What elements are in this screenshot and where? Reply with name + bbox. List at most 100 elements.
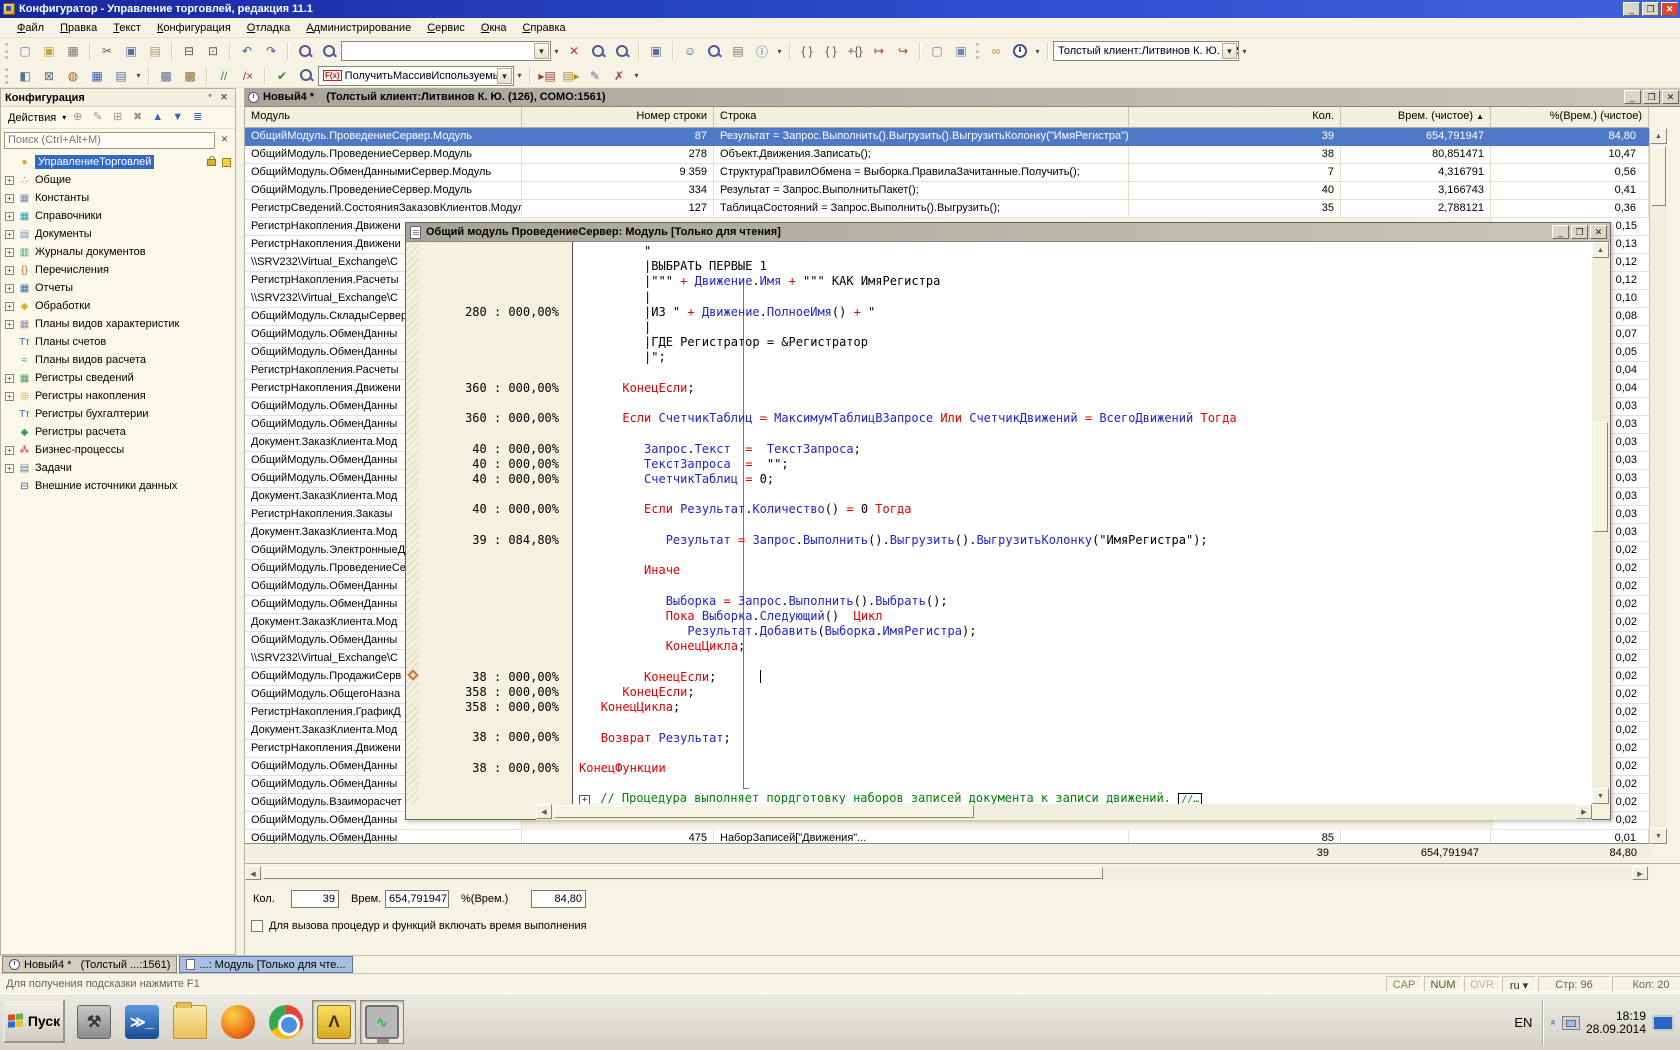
menu-item[interactable]: Правка xyxy=(53,20,104,36)
print-icon[interactable]: ⊟ xyxy=(178,41,200,61)
comment-lines-icon[interactable]: // xyxy=(213,66,235,86)
menu-item[interactable]: Сервис xyxy=(420,20,472,36)
action-move-up-icon[interactable]: ▲ xyxy=(149,110,166,126)
menu-item[interactable]: Файл xyxy=(10,20,51,36)
line-indicator[interactable]: Стр: 96 xyxy=(1538,976,1610,992)
action-sort-icon[interactable]: ≣ xyxy=(189,110,206,126)
minimize-button[interactable]: _ xyxy=(1623,2,1640,16)
edit-document-icon[interactable]: ✎ xyxy=(584,66,606,86)
table-box-icon[interactable]: ▦ xyxy=(86,66,108,86)
print-preview-icon[interactable]: ⊡ xyxy=(202,41,224,61)
close-button[interactable]: ✕ xyxy=(1661,2,1678,16)
code-vscroll-thumb[interactable] xyxy=(1593,422,1608,532)
code-hscroll-thumb[interactable] xyxy=(554,805,974,818)
tree-item[interactable]: ⊟Внешние источники данных xyxy=(1,477,235,495)
action-clone-icon[interactable]: ⊞ xyxy=(109,110,126,126)
info-dropdown[interactable]: ▾ xyxy=(774,41,785,61)
module-check-icon[interactable]: ▤ xyxy=(727,41,749,61)
syntax-check-icon[interactable]: ✔ xyxy=(271,66,293,86)
column-header[interactable]: Номер строки xyxy=(522,107,714,128)
new-document-icon[interactable]: ▢ xyxy=(14,41,36,61)
profiler-close-button[interactable]: ✕ xyxy=(1662,90,1679,104)
action-add-icon[interactable]: ⊕ xyxy=(69,110,86,126)
function-combo[interactable]: F(x)ПолучитьМассивИспользуемы:▼ xyxy=(318,66,514,86)
menu-item[interactable]: Конфигурация xyxy=(150,20,238,36)
duplicate-window-icon[interactable]: ▣ xyxy=(645,41,667,61)
caps-indicator[interactable]: CAP xyxy=(1386,976,1422,992)
expand-icon[interactable]: + xyxy=(5,446,14,455)
delete-marked-icon[interactable]: ✗ xyxy=(608,66,630,86)
add-procedure-icon[interactable]: +{} xyxy=(844,41,866,61)
expand-icon[interactable]: + xyxy=(5,320,14,329)
show-desktop-icon[interactable] xyxy=(1652,1015,1674,1031)
tree-item[interactable]: ◆Регистры расчета xyxy=(1,423,235,441)
info-icon[interactable]: ⓘ xyxy=(751,41,773,61)
expand-icon[interactable]: + xyxy=(5,464,14,473)
tree-item[interactable]: +▤Документы xyxy=(1,225,235,243)
column-header[interactable]: Модуль xyxy=(245,107,522,128)
toolbar-grip[interactable] xyxy=(5,68,10,84)
overwrite-indicator[interactable]: OVR xyxy=(1464,976,1500,992)
stopwatch-dropdown[interactable]: ▾ xyxy=(1032,41,1043,61)
find-procedure-icon[interactable] xyxy=(295,66,317,86)
uncomment-lines-icon[interactable]: /× xyxy=(237,66,259,86)
tree-item[interactable]: +∴Общие xyxy=(1,171,235,189)
client-combo[interactable]: Толстый клиент:Литвинов К. Ю. (12▼ xyxy=(1053,41,1239,61)
code-vertical-scrollbar[interactable]: ▲ ▼ xyxy=(1592,242,1609,804)
tree-item[interactable]: +{}Перечисления xyxy=(1,261,235,279)
client-extra-dropdown[interactable]: ▾ xyxy=(1239,41,1250,61)
tray-language[interactable]: EN xyxy=(1514,1015,1532,1030)
code-window-titlebar[interactable]: Общий модуль ПроведениеСервер: Модуль [Т… xyxy=(406,223,1610,242)
page-setup-icon[interactable]: ▢ xyxy=(926,41,948,61)
goto-procedure-icon[interactable]: ↦ xyxy=(868,41,890,61)
column-header[interactable]: Кол. xyxy=(1129,107,1341,128)
code-scroll-up-icon[interactable]: ▲ xyxy=(1592,242,1609,258)
tree-item[interactable]: +◆Обработки xyxy=(1,297,235,315)
expand-icon[interactable]: + xyxy=(5,194,14,203)
tree-item[interactable]: ТтПланы счетов xyxy=(1,333,235,351)
tree-item[interactable]: +▦Планы видов характеристик xyxy=(1,315,235,333)
chrome-taskbar-icon[interactable] xyxy=(264,1000,308,1044)
pct-field[interactable]: 84,80 xyxy=(531,890,586,908)
mdi-tab[interactable]: Новый4 * (Толстый ...:1561) xyxy=(2,956,177,973)
profiler-minimize-button[interactable]: _ xyxy=(1624,90,1641,104)
nav-dropdown[interactable]: ▾ xyxy=(631,66,642,86)
expand-icon[interactable]: + xyxy=(5,266,14,275)
tree-item[interactable]: +▥Журналы документов xyxy=(1,243,235,261)
tray-expand-icon[interactable]: » xyxy=(1548,1020,1559,1026)
expand-icon[interactable]: + xyxy=(5,302,14,311)
prev-procedure-icon[interactable]: { } xyxy=(796,41,818,61)
search-history-dropdown[interactable]: ▾ xyxy=(551,41,562,61)
actions-menu[interactable]: Действия xyxy=(5,110,59,126)
find-next-icon[interactable] xyxy=(587,41,609,61)
action-move-down-icon[interactable]: ▼ xyxy=(169,110,186,126)
table-horizontal-scrollbar[interactable]: ◀ ▶ xyxy=(245,866,1649,881)
chain-icon-icon[interactable]: ∞ xyxy=(985,41,1007,61)
tree-item[interactable]: ТтРегистры бухгалтерии xyxy=(1,405,235,423)
func-dropdown[interactable]: ▾ xyxy=(514,66,525,86)
goto-definition-icon[interactable]: ▸▤ xyxy=(536,66,558,86)
redo-icon[interactable]: ↷ xyxy=(260,41,282,61)
column-indicator[interactable]: Кол: 20 xyxy=(1612,976,1680,992)
scroll-down-icon[interactable]: ▼ xyxy=(1650,828,1667,844)
save-document-icon[interactable]: ▦ xyxy=(62,41,84,61)
code-editor[interactable]: " |ВЫБРАТЬ ПЕРВЫЕ 1 |""" + Движение.Имя … xyxy=(573,242,1592,804)
stopwatch-icon[interactable] xyxy=(1009,41,1031,61)
find-icon[interactable] xyxy=(318,41,340,61)
profiler-maximize-button[interactable]: ❐ xyxy=(1643,90,1660,104)
clear-search-icon[interactable]: ✕ xyxy=(563,41,585,61)
expand-icon[interactable]: + xyxy=(5,176,14,185)
system-monitor-taskbar-icon[interactable]: ∿ xyxy=(360,1000,404,1044)
network-icon[interactable] xyxy=(1562,1016,1580,1030)
firefox-taskbar-icon[interactable] xyxy=(216,1000,260,1044)
cut-icon[interactable]: ✂ xyxy=(96,41,118,61)
function-combo-dropdown-icon[interactable]: ▼ xyxy=(497,68,512,84)
close-panel-icon[interactable]: ✕ xyxy=(217,91,231,104)
admin-tools-taskbar-icon[interactable]: ⚒ xyxy=(72,1000,116,1044)
page-layout-icon[interactable]: ▣ xyxy=(950,41,972,61)
back-procedure-icon[interactable]: ↪ xyxy=(892,41,914,61)
expand-icon[interactable]: + xyxy=(5,374,14,383)
search-combo[interactable]: ▼ xyxy=(341,41,551,61)
context-search-icon[interactable] xyxy=(703,41,725,61)
num-indicator[interactable]: NUM xyxy=(1424,976,1462,992)
